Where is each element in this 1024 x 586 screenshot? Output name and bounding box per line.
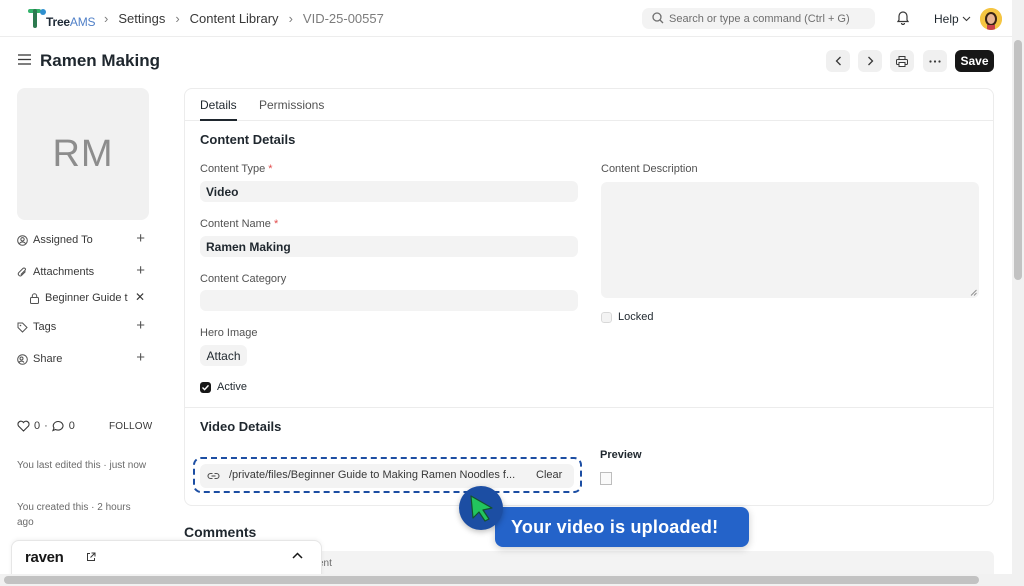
chevron-left-icon bbox=[835, 56, 841, 66]
printer-icon bbox=[896, 55, 908, 67]
lock-icon bbox=[30, 292, 39, 304]
add-share-icon[interactable]: + bbox=[136, 350, 145, 365]
save-button[interactable]: Save bbox=[955, 50, 994, 72]
section-divider bbox=[185, 407, 993, 408]
tree-logo-icon bbox=[28, 9, 46, 28]
tab-details[interactable]: Details bbox=[200, 98, 237, 112]
breadcrumb-content-library[interactable]: Content Library bbox=[190, 11, 279, 26]
breadcrumb-separator-icon: › bbox=[288, 11, 293, 26]
app-logo[interactable]: TreeAMS bbox=[28, 8, 98, 30]
chevron-down-icon bbox=[962, 16, 971, 22]
print-button[interactable] bbox=[890, 50, 914, 72]
chevron-right-icon bbox=[867, 56, 873, 66]
brand-suffix: AMS bbox=[69, 15, 96, 29]
external-link-icon[interactable] bbox=[86, 552, 96, 562]
horizontal-scroll-thumb[interactable] bbox=[4, 576, 979, 584]
upload-success-toast: Your video is uploaded! bbox=[495, 507, 749, 547]
search-icon bbox=[652, 12, 664, 24]
more-actions-button[interactable] bbox=[923, 50, 947, 72]
preview-label: Preview bbox=[600, 449, 642, 461]
breadcrumb-separator-icon: › bbox=[175, 11, 180, 26]
paperclip-icon bbox=[17, 267, 26, 276]
content-type-field[interactable]: Video bbox=[200, 181, 578, 202]
attachments-label: Attachments bbox=[33, 266, 95, 278]
raven-title: raven bbox=[25, 549, 64, 566]
content-category-field[interactable] bbox=[200, 290, 578, 311]
search-input[interactable] bbox=[669, 8, 869, 29]
tab-permissions[interactable]: Permissions bbox=[259, 98, 324, 112]
comment-icon[interactable] bbox=[51, 420, 65, 432]
tags-label: Tags bbox=[33, 321, 57, 333]
horizontal-scrollbar[interactable] bbox=[0, 574, 1012, 586]
add-assignee-icon[interactable]: + bbox=[136, 231, 145, 246]
remove-attachment-icon[interactable]: ✕ bbox=[135, 290, 145, 304]
active-tab-indicator bbox=[200, 119, 237, 121]
video-preview-broken-image-icon bbox=[600, 472, 612, 485]
breadcrumb-separator-icon: › bbox=[104, 11, 109, 26]
breadcrumb-settings[interactable]: Settings bbox=[118, 11, 165, 26]
form-card: Details Permissions Content Details Cont… bbox=[184, 88, 994, 506]
active-label: Active bbox=[217, 381, 247, 393]
content-category-label: Content Category bbox=[200, 273, 287, 285]
created-note: You created this · 2 hours ago bbox=[17, 502, 131, 528]
tags-row[interactable]: Tags + bbox=[17, 318, 145, 335]
user-circle-icon bbox=[17, 234, 28, 246]
user-avatar[interactable] bbox=[980, 8, 1002, 30]
heart-icon[interactable] bbox=[17, 420, 30, 432]
share-row[interactable]: Share + bbox=[17, 350, 145, 367]
content-type-label: Content Type * bbox=[200, 163, 273, 175]
highlight-outline bbox=[193, 457, 582, 493]
chevron-up-icon[interactable] bbox=[292, 552, 303, 559]
page-title: Ramen Making bbox=[40, 51, 160, 70]
hero-image-label: Hero Image bbox=[200, 327, 258, 339]
required-mark: * bbox=[274, 218, 279, 230]
attachments-row[interactable]: Attachments + bbox=[17, 263, 145, 280]
help-menu[interactable]: Help bbox=[934, 12, 971, 26]
record-avatar[interactable]: RM bbox=[17, 88, 149, 220]
add-tag-icon[interactable]: + bbox=[136, 318, 145, 333]
share-label: Share bbox=[33, 353, 63, 365]
vertical-scrollbar[interactable] bbox=[1012, 0, 1024, 586]
vertical-scroll-thumb[interactable] bbox=[1014, 40, 1022, 280]
comments-title: Comments bbox=[184, 524, 257, 540]
attachment-item-name: Beginner Guide t bbox=[45, 292, 128, 304]
content-name-field[interactable]: Ramen Making bbox=[200, 236, 578, 257]
assigned-to-row[interactable]: Assigned To + bbox=[17, 231, 145, 248]
top-navbar: TreeAMS › Settings › Content Library › V… bbox=[0, 0, 1012, 37]
next-record-button[interactable] bbox=[858, 50, 882, 72]
attachment-item[interactable]: Beginner Guide t ✕ bbox=[29, 290, 145, 306]
last-edited-note: You last edited this · just now bbox=[17, 460, 147, 471]
resize-grip-icon[interactable] bbox=[970, 289, 977, 296]
previous-record-button[interactable] bbox=[826, 50, 850, 72]
content-name-label: Content Name * bbox=[200, 218, 279, 230]
cursor-bubble bbox=[459, 486, 503, 530]
locked-label: Locked bbox=[618, 311, 654, 323]
content-details-title: Content Details bbox=[200, 132, 296, 147]
content-description-label: Content Description bbox=[601, 163, 698, 175]
comment-count: 0 bbox=[68, 420, 75, 432]
attach-hero-image-button[interactable]: Attach bbox=[200, 345, 247, 366]
content-description-field[interactable] bbox=[601, 182, 979, 298]
like-count: 0 bbox=[34, 420, 41, 432]
brand-name: Tree bbox=[46, 15, 70, 29]
video-details-title: Video Details bbox=[200, 419, 282, 434]
cursor-arrow-icon bbox=[470, 495, 493, 522]
form-tabs: Details Permissions bbox=[185, 89, 993, 121]
notification-bell-icon[interactable] bbox=[896, 10, 910, 25]
active-checkbox[interactable] bbox=[200, 382, 211, 393]
required-mark: * bbox=[268, 163, 273, 175]
user-avatar-icon bbox=[980, 8, 1002, 30]
tag-icon bbox=[17, 322, 28, 333]
assigned-to-label: Assigned To bbox=[33, 234, 93, 246]
follow-button[interactable]: FOLLOW bbox=[109, 421, 152, 432]
share-user-icon bbox=[17, 353, 28, 365]
help-label: Help bbox=[934, 12, 959, 26]
locked-checkbox[interactable] bbox=[601, 312, 612, 323]
search-bar[interactable] bbox=[642, 8, 875, 29]
breadcrumb-current[interactable]: VID-25-00557 bbox=[303, 11, 384, 26]
add-attachment-icon[interactable]: + bbox=[136, 263, 145, 278]
hamburger-menu-icon[interactable] bbox=[18, 54, 31, 65]
more-horizontal-icon bbox=[929, 59, 941, 63]
breadcrumb: › Settings › Content Library › VID-25-00… bbox=[102, 11, 384, 26]
